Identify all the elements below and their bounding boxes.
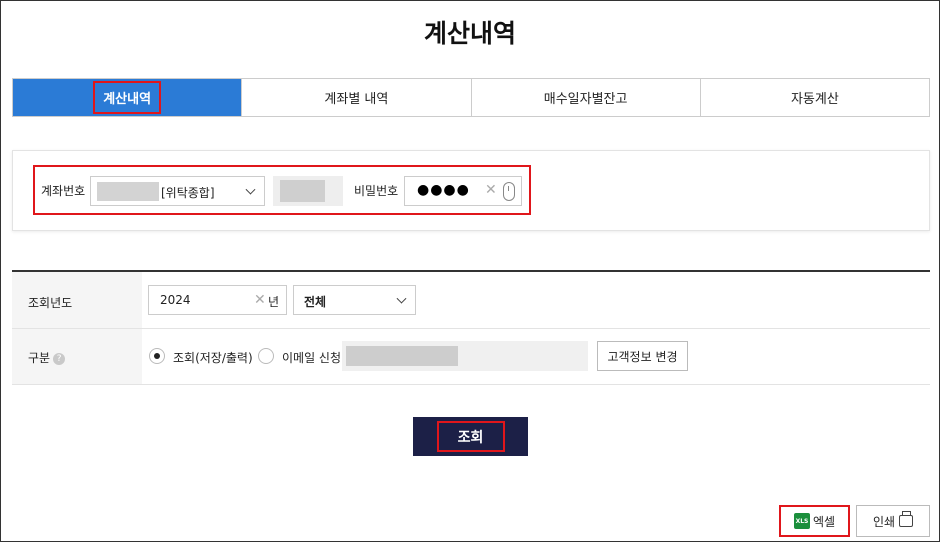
chevron-down-icon xyxy=(245,184,256,195)
account-label: 계좌번호 xyxy=(41,184,86,198)
excel-button[interactable]: XLS 엑셀 xyxy=(779,505,850,537)
tab-auto-calculation[interactable]: 자동계산 xyxy=(699,79,929,116)
year-suffix: 년 xyxy=(268,295,280,309)
account-type: [위탁종합] xyxy=(161,186,215,200)
clear-icon[interactable]: ✕ xyxy=(254,292,266,308)
mouse-icon[interactable] xyxy=(503,182,515,201)
email-option-label[interactable]: 이메일 신청 xyxy=(282,349,341,366)
tab-label: 매수일자별잔고 xyxy=(543,92,628,107)
account-sub-masked xyxy=(280,180,325,202)
period-select[interactable]: 전체 xyxy=(293,285,416,315)
type-label-text: 구분 xyxy=(28,351,51,365)
query-option-label[interactable]: 조회(저장/출력) xyxy=(173,349,253,366)
radio-email-option[interactable] xyxy=(258,348,274,364)
chevron-down-icon xyxy=(396,293,407,304)
query-button[interactable]: 조회 xyxy=(413,417,528,456)
print-label: 인쇄 xyxy=(872,514,896,529)
excel-label: 엑셀 xyxy=(812,514,836,529)
change-customer-info-button[interactable]: 고객정보 변경 xyxy=(597,341,688,371)
tab-label: 계좌별 내역 xyxy=(324,92,389,107)
password-label: 비밀번호 xyxy=(354,184,399,198)
tab-calculation-history[interactable]: 계산내역 xyxy=(13,79,242,116)
clear-icon[interactable]: ✕ xyxy=(485,182,497,198)
tab-balance-by-date[interactable]: 매수일자별잔고 xyxy=(470,79,700,116)
email-masked xyxy=(346,346,458,366)
year-label: 조회년도 xyxy=(28,296,73,310)
password-value: ●●●● xyxy=(417,182,470,198)
page-title: 계산내역 xyxy=(423,19,516,48)
tab-bar: 계산내역 계좌별 내역 매수일자별잔고 자동계산 xyxy=(12,78,930,117)
type-label: 구분? xyxy=(28,349,66,366)
tab-account-history[interactable]: 계좌별 내역 xyxy=(241,79,471,116)
printer-icon xyxy=(899,511,914,527)
tab-label: 계산내역 xyxy=(93,81,162,114)
excel-icon: XLS xyxy=(793,513,810,529)
account-number-masked xyxy=(97,182,159,201)
tab-label: 자동계산 xyxy=(790,92,839,107)
year-value: 2024 xyxy=(160,293,191,307)
account-select[interactable]: [위탁종합] xyxy=(90,176,265,206)
period-value: 전체 xyxy=(304,295,327,309)
password-field[interactable]: ●●●● ✕ xyxy=(404,176,522,206)
query-button-label: 조회 xyxy=(436,421,505,452)
radio-query-option[interactable] xyxy=(149,348,165,364)
help-icon[interactable]: ? xyxy=(53,352,66,365)
print-button[interactable]: 인쇄 xyxy=(856,505,930,537)
year-input[interactable]: 2024 ✕ 년 xyxy=(148,285,287,315)
